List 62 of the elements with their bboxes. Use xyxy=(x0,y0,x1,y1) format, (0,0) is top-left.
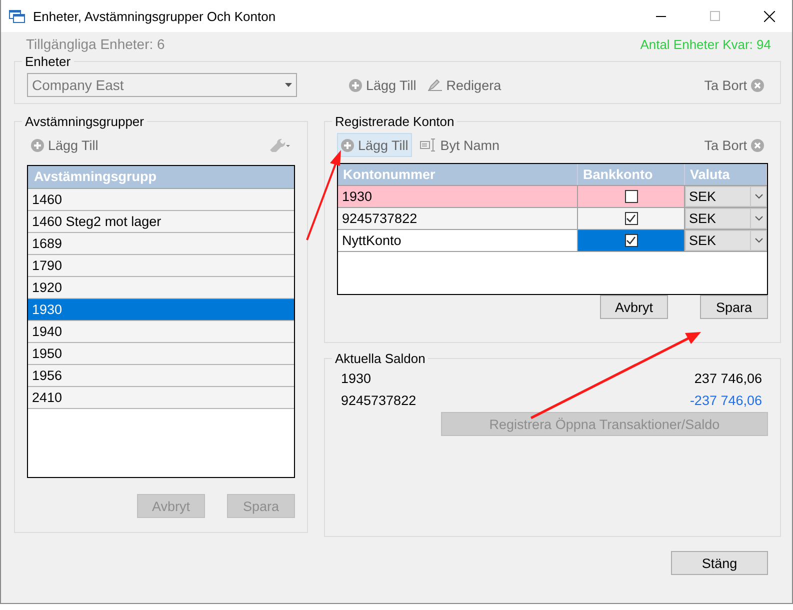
rename-icon xyxy=(420,138,436,152)
section-title: Enheter xyxy=(24,54,72,69)
remove-unit-button[interactable]: Ta Bort xyxy=(700,73,768,97)
pencil-icon xyxy=(428,79,442,91)
bank-account-cell[interactable] xyxy=(578,230,685,251)
add-icon xyxy=(341,138,354,152)
close-icon xyxy=(764,10,774,22)
close-dialog-button[interactable]: Stäng xyxy=(671,551,768,575)
balance-amount: 237 746,06 xyxy=(694,371,762,388)
checkbox[interactable] xyxy=(624,212,638,225)
bank-account-cell[interactable] xyxy=(578,208,685,229)
group-list-item[interactable]: 1956 xyxy=(28,365,294,387)
currency-dropdown[interactable]: SEK xyxy=(685,186,767,207)
column-header: Kontonummer xyxy=(338,164,578,185)
column-header: Bankkonto xyxy=(578,164,685,185)
add-unit-button[interactable]: Lägg Till xyxy=(345,73,420,97)
unit-dropdown[interactable]: Company East xyxy=(27,73,297,97)
balance-amount: -237 746,06 xyxy=(690,393,762,410)
currency-dropdown[interactable]: SEK xyxy=(685,208,767,229)
table-cell: 9245737822 xyxy=(338,208,578,229)
group-list-item[interactable]: 2410 xyxy=(28,387,294,409)
bank-account-cell[interactable] xyxy=(578,186,685,207)
add-icon xyxy=(349,78,362,92)
group-list-item[interactable]: 1920 xyxy=(28,277,294,299)
column-header: Avstämningsgrupp xyxy=(28,166,294,189)
group-list-item[interactable]: 1689 xyxy=(28,233,294,255)
rename-account-button[interactable]: Byt Namn xyxy=(416,133,504,157)
group-list-item[interactable]: 1940 xyxy=(28,321,294,343)
section-title: Avstämningsgrupper xyxy=(24,114,145,129)
add-group-button[interactable]: Lägg Till xyxy=(27,133,102,157)
chevron-icon xyxy=(754,194,762,199)
edit-unit-button[interactable]: Redigera xyxy=(424,73,506,97)
caret-icon xyxy=(285,83,292,87)
column-header: Valuta xyxy=(685,164,767,185)
chevron-icon xyxy=(754,238,762,243)
remaining-units-label: Antal Enheter Kvar: 94 xyxy=(640,36,771,52)
account-number: 1930 xyxy=(341,371,372,388)
group-list-item[interactable]: 1930 xyxy=(28,299,294,321)
group-list-item[interactable]: 1950 xyxy=(28,343,294,365)
save-button[interactable]: Spara xyxy=(700,295,768,319)
cancel-button[interactable]: Avbryt xyxy=(600,295,668,319)
wrench-icon xyxy=(269,138,291,152)
add-icon xyxy=(31,138,44,152)
windows-icon xyxy=(9,10,25,22)
maximize-icon xyxy=(710,11,720,21)
section-title: Aktuella Saldon xyxy=(334,351,426,366)
add-account-button[interactable]: Lägg Till xyxy=(337,133,412,157)
currency-dropdown[interactable]: SEK xyxy=(685,230,767,251)
account-number: 9245737822 xyxy=(341,393,416,410)
chevron-icon xyxy=(754,216,762,221)
section-title: Registrerade Konton xyxy=(334,114,456,129)
group-list-item[interactable]: 1460 xyxy=(28,189,294,211)
table-cell: 1930 xyxy=(338,186,578,207)
remove-account-button[interactable]: Ta Bort xyxy=(700,133,768,157)
group-list-item[interactable]: 1460 Steg2 mot lager xyxy=(28,211,294,233)
window-title: Enheter, Avstämningsgrupper Och Konton xyxy=(33,8,277,24)
checkbox[interactable] xyxy=(624,234,638,247)
checkbox[interactable] xyxy=(624,190,638,203)
available-units-label: Tillgängliga Enheter: 6 xyxy=(26,36,165,52)
group-list-item[interactable]: 1790 xyxy=(28,255,294,277)
remove-icon xyxy=(751,138,764,152)
remove-icon xyxy=(751,78,764,92)
